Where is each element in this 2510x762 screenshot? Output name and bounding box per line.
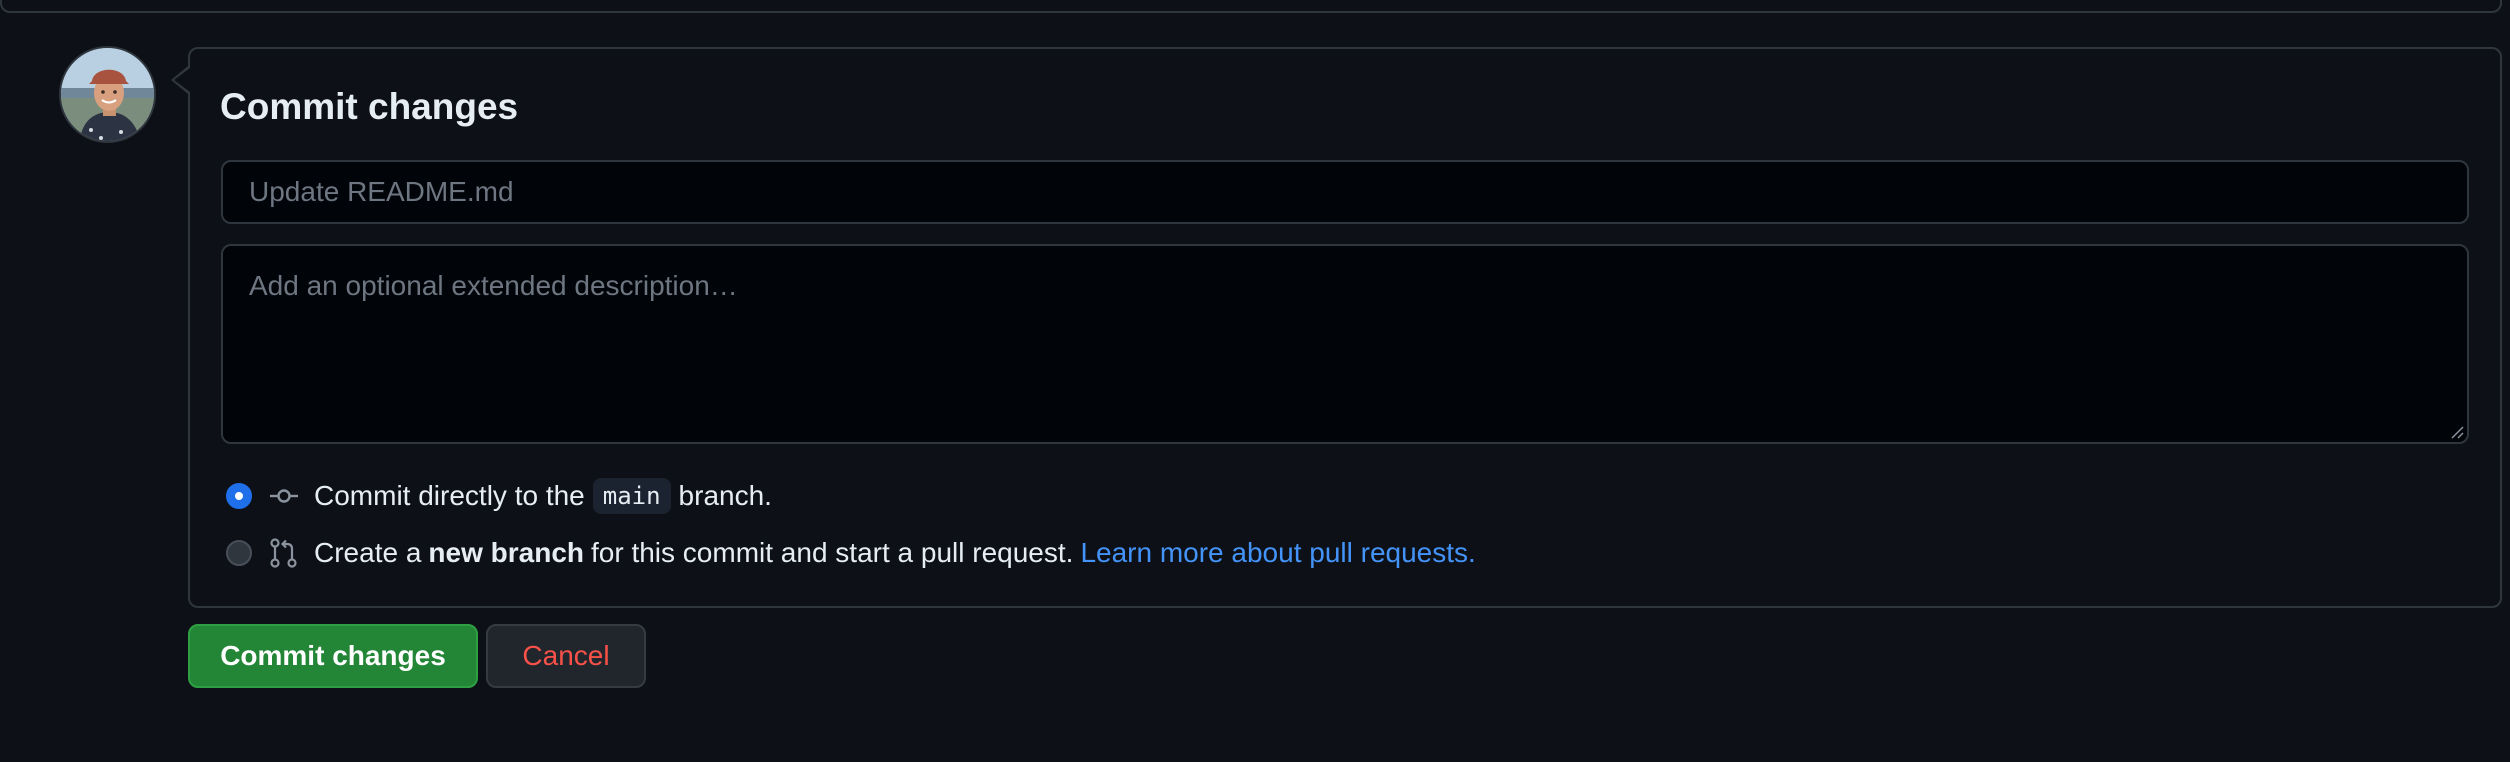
learn-more-pull-requests-link[interactable]: Learn more about pull requests. xyxy=(1080,537,1475,569)
option-commit-directly[interactable]: Commit directly to the main branch. xyxy=(226,476,772,516)
commit-form-title: Commit changes xyxy=(220,86,519,127)
cancel-button[interactable]: Cancel xyxy=(486,624,646,688)
option-new-branch-prefix: Create a xyxy=(314,537,422,568)
branch-name-code: main xyxy=(592,478,671,514)
commit-summary-input[interactable] xyxy=(221,160,2469,224)
user-avatar[interactable] xyxy=(59,46,156,143)
radio-commit-directly[interactable] xyxy=(226,483,252,509)
option-direct-suffix: branch. xyxy=(678,480,772,511)
commit-description-textarea[interactable] xyxy=(221,244,2469,444)
option-new-branch[interactable]: Create a new branch for this commit and … xyxy=(226,533,1476,573)
option-new-branch-bold: new branch xyxy=(428,537,584,568)
radio-new-branch[interactable] xyxy=(226,540,252,566)
option-direct-prefix: Commit directly to the xyxy=(314,480,585,511)
textarea-resize-handle-icon[interactable] xyxy=(2450,425,2464,439)
commit-changes-button[interactable]: Commit changes xyxy=(188,624,478,688)
previous-panel-edge xyxy=(0,0,2502,13)
option-new-branch-suffix: for this commit and start a pull request… xyxy=(591,537,1074,568)
git-pull-request-icon xyxy=(268,537,300,569)
git-commit-icon xyxy=(268,480,300,512)
